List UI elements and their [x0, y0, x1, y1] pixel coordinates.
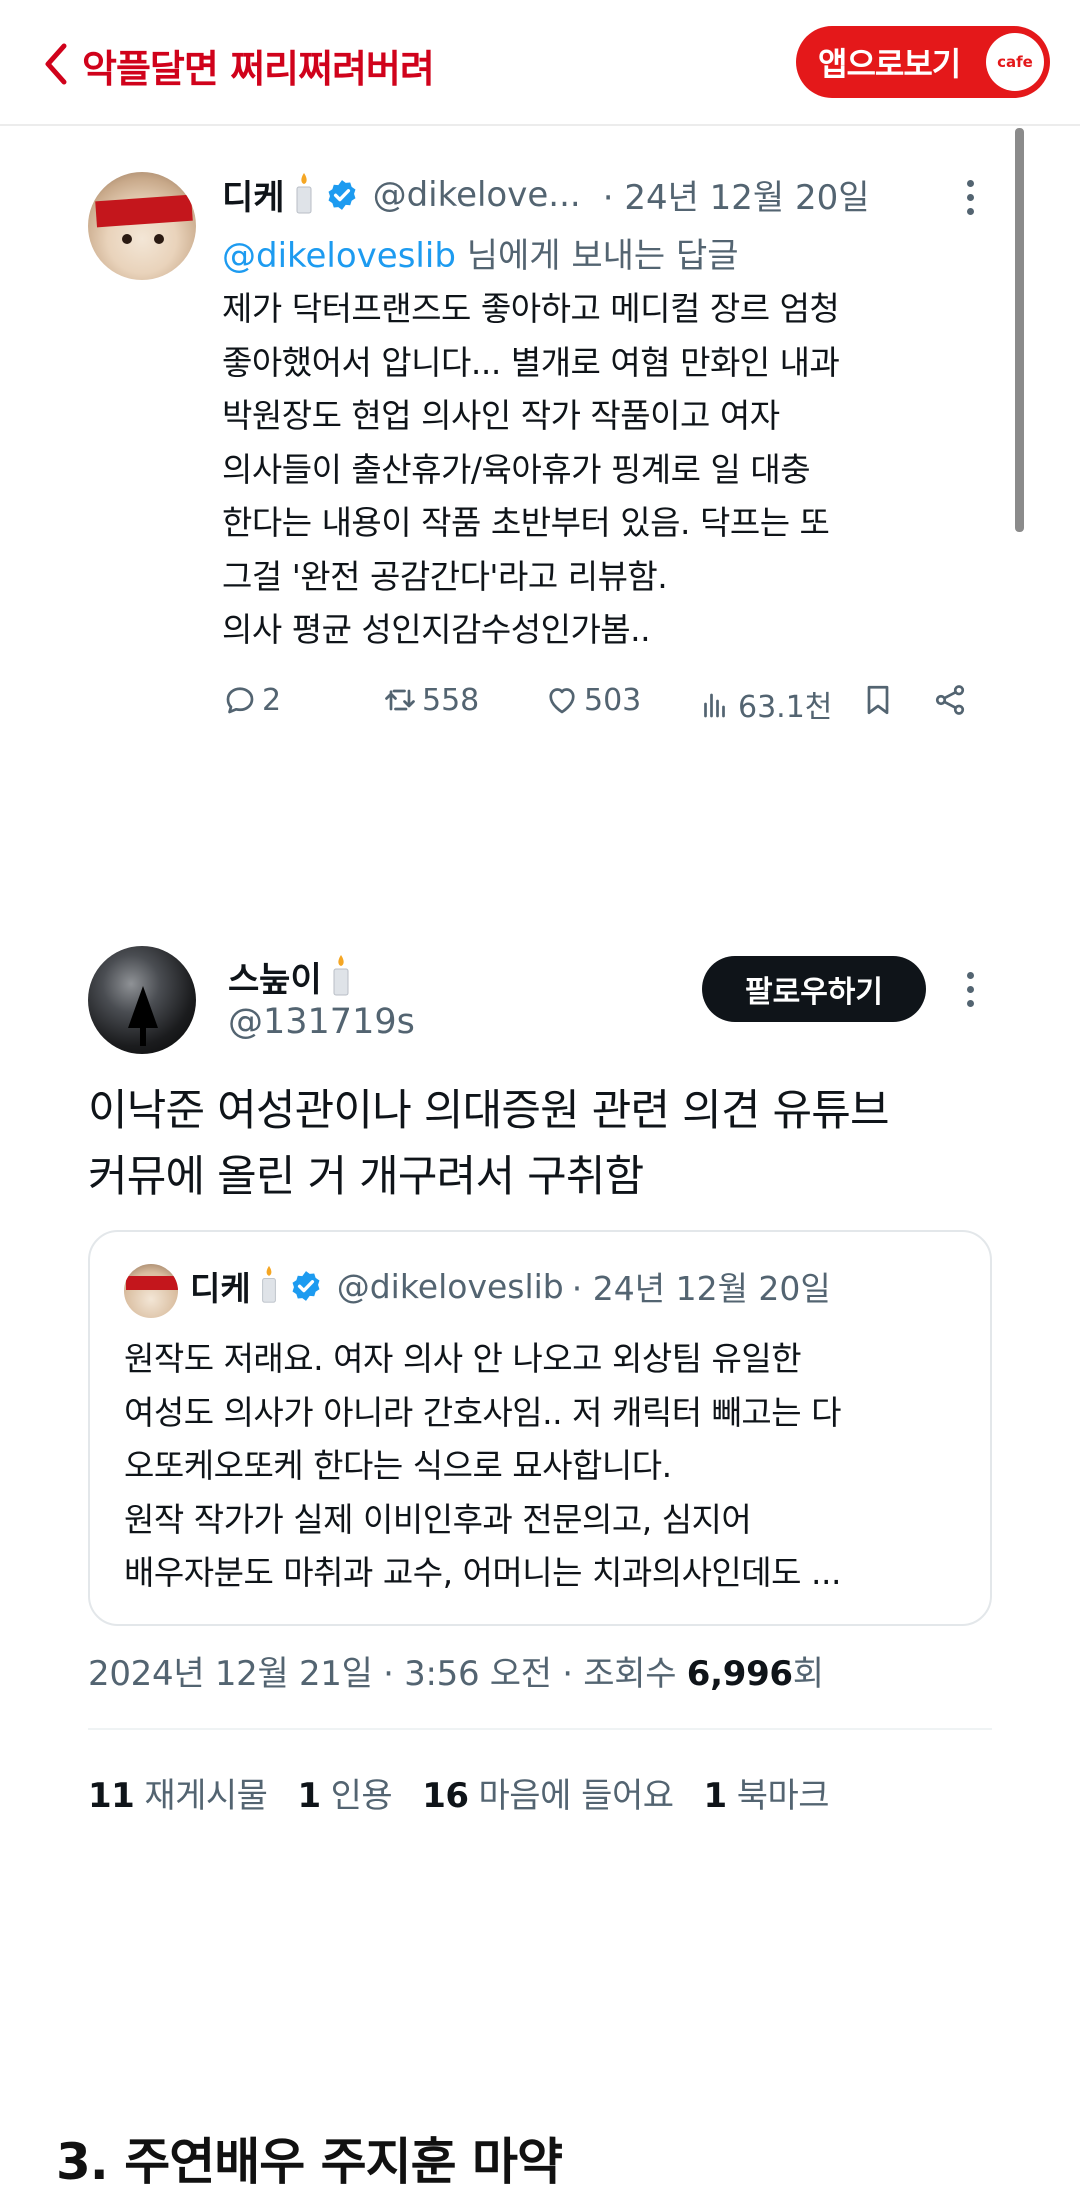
verified-badge-icon — [328, 179, 356, 210]
display-name[interactable]: 스눞이 — [228, 952, 322, 1001]
stat-count: 1 — [703, 1776, 728, 1816]
tweet-line: 이낙준 여성관이나 의대증원 관련 의견 유튜브 — [88, 1086, 890, 1136]
retweet-button[interactable]: 558 — [382, 682, 479, 718]
follow-button[interactable]: 팔로우하기 — [702, 956, 926, 1022]
quote-header: 디케 @dikeloveslib · 24년 12월 20일 — [190, 1262, 831, 1310]
cafe-top-bar: 악플달면 쩌리쩌려버려 앱으로보기 cafe — [0, 0, 1080, 126]
handle[interactable]: @dikelove... — [373, 175, 581, 215]
retweet-count: 558 — [422, 682, 480, 718]
handle: @dikeloveslib — [336, 1266, 564, 1306]
like-button[interactable]: 503 — [544, 682, 641, 718]
tweet-line: 한다는 내용이 작품 초반부터 있음. 닥프는 또 — [222, 503, 830, 542]
stat-likes[interactable]: 16 마음에 들어요 — [422, 1768, 675, 1817]
quoted-tweet-card[interactable]: 디케 @dikeloveslib · 24년 12월 20일 원작도 저래요. … — [88, 1230, 992, 1626]
tweet-line: 그걸 '완전 공감간다'라고 리뷰함. — [222, 556, 668, 596]
tweet-time[interactable]: · 24년 12월 20일 — [603, 170, 870, 219]
tweet-line: 원작 작가가 실제 이비인후과 전문의고, 심지어 — [124, 1499, 752, 1539]
avatar[interactable] — [88, 172, 196, 280]
display-name[interactable]: 디케 — [222, 170, 285, 219]
section-heading: 3. 주연배우 주지훈 마약 — [56, 2133, 563, 2191]
open-in-app-label: 앱으로보기 — [818, 45, 961, 83]
tweet-line: 커뮤에 올린 거 개구려서 구취함 — [88, 1152, 644, 1202]
reply-to-suffix: 님에게 보내는 답글 — [455, 236, 739, 276]
views-suffix: 회 — [792, 1654, 824, 1694]
retweet-icon — [385, 689, 415, 711]
stat-reposts[interactable]: 11 재게시물 — [88, 1768, 268, 1817]
reply-tweet-header: 디케 @dikelove... · 24년 12월 20일 — [222, 170, 870, 219]
cafe-logo-icon: cafe — [986, 33, 1044, 91]
tweet-line: 박원장도 현업 의사인 작가 작품이고 여자 — [222, 396, 780, 435]
tweet-line: 배우자분도 마취과 교수, 어머니는 치과의사인데도 ... — [124, 1553, 841, 1592]
more-options-icon[interactable] — [964, 972, 976, 1007]
stat-quotes[interactable]: 1 인용 — [297, 1768, 392, 1817]
timestamp-text[interactable]: 2024년 12월 21일 · 3:56 오전 · 조회수 — [88, 1654, 687, 1694]
tweet-line: 의사 평균 성인지감수성인가봄.. — [222, 610, 651, 649]
share-button[interactable] — [932, 682, 972, 718]
avatar[interactable] — [88, 946, 196, 1054]
views-count: 6,996 — [686, 1654, 793, 1694]
display-name: 디케 — [190, 1269, 251, 1308]
comment-icon — [226, 687, 254, 714]
verified-badge-icon — [292, 1271, 320, 1301]
stat-label: 재게시물 — [144, 1776, 268, 1816]
main-tweet-header: 스눞이 — [228, 952, 354, 1001]
candle-icon — [328, 953, 354, 1001]
stat-label: 인용 — [330, 1776, 393, 1816]
stat-count: 11 — [88, 1776, 135, 1816]
tweet-line: 오또케오또케 한다는 식으로 묘사합니다. — [124, 1446, 672, 1485]
main-tweet-text: 이낙준 여성관이나 의대증원 관련 의견 유튜브 커뮤에 올린 거 개구려서 구… — [88, 1078, 1008, 1210]
stat-bookmarks[interactable]: 1 북마크 — [704, 1768, 830, 1817]
tweet-time: · 24년 12월 20일 — [571, 1269, 831, 1308]
tweet-line: 의사들이 출산휴가/육아휴가 핑계로 일 대충 — [222, 449, 811, 489]
bookmark-icon — [867, 685, 889, 715]
divider — [88, 1728, 992, 1730]
replying-to: @dikeloveslib 님에게 보내는 답글 — [222, 228, 739, 277]
more-options-icon[interactable] — [964, 180, 976, 215]
tweet-line: 제가 닥터프랜즈도 좋아하고 메디컬 장르 엄청 — [222, 289, 840, 328]
like-count: 503 — [584, 682, 642, 718]
share-icon — [935, 685, 965, 715]
reply-count: 2 — [262, 682, 282, 718]
reply-button[interactable]: 2 — [222, 682, 281, 718]
heart-icon — [549, 688, 575, 714]
tweet-line: 여성도 의사가 아니라 간호사임.. 저 캐릭터 빼고는 다 — [124, 1392, 841, 1432]
reply-mention-link[interactable]: @dikeloveslib — [222, 236, 456, 276]
tweet-actions: 2 558 503 63.1천 — [222, 682, 982, 732]
bookmark-button[interactable] — [860, 682, 900, 718]
chevron-left-icon — [45, 43, 67, 85]
stat-count: 1 — [297, 1776, 321, 1816]
scrollbar[interactable] — [1015, 128, 1024, 532]
candle-icon — [257, 1264, 281, 1308]
quoted-tweet-text: 원작도 저래요. 여자 의사 안 나오고 외상팀 유일한 여성도 의사가 아니라… — [124, 1332, 964, 1600]
cafe-title[interactable]: 악플달면 쩌리쩌려버려 — [82, 38, 435, 93]
avatar — [124, 1264, 178, 1318]
view-count: 63.1천 — [738, 690, 833, 725]
back-button[interactable] — [36, 40, 76, 88]
engagement-stats: 11 재게시물 1 인용 16 마음에 들어요 1 북마크 — [88, 1768, 830, 1817]
tweet-line: 좋아했어서 압니다... 별개로 여혐 만화인 내과 — [222, 342, 840, 382]
tweet-line: 원작도 저래요. 여자 의사 안 나오고 외상팀 유일한 — [124, 1339, 802, 1378]
candle-icon — [291, 171, 317, 219]
handle[interactable]: @131719s — [228, 1002, 415, 1042]
bar-chart-icon — [704, 693, 725, 718]
tweet-timestamp: 2024년 12월 21일 · 3:56 오전 · 조회수 6,996회 — [88, 1646, 824, 1695]
stat-count: 16 — [422, 1776, 469, 1816]
open-in-app-button[interactable]: 앱으로보기 cafe — [796, 26, 1050, 98]
views-button[interactable]: 63.1천 — [698, 682, 832, 726]
stat-label: 마음에 들어요 — [478, 1776, 675, 1816]
reply-tweet-text: 제가 닥터프랜즈도 좋아하고 메디컬 장르 엄청 좋아했어서 압니다... 별개… — [222, 282, 982, 657]
stat-label: 북마크 — [736, 1776, 830, 1816]
